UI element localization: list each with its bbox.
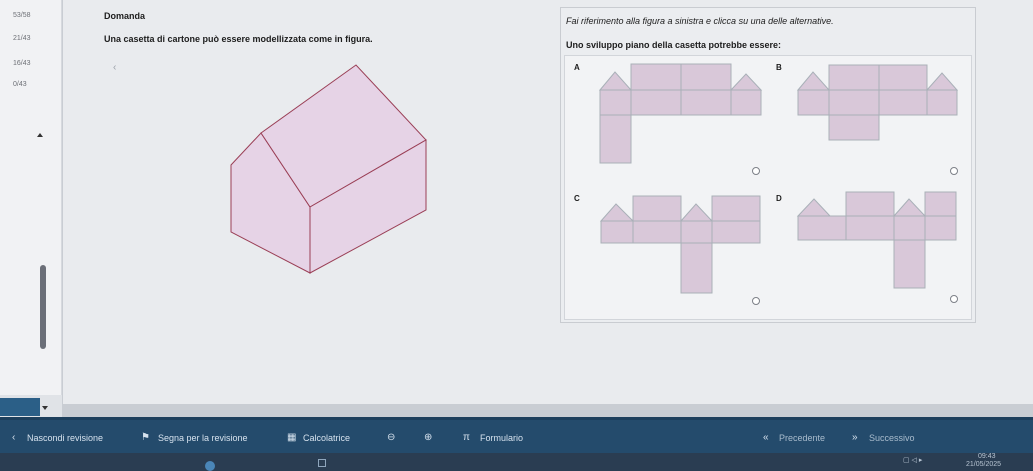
option-d-label: D <box>776 194 782 203</box>
chevron-down-icon[interactable] <box>42 406 48 410</box>
next-button[interactable]: Successivo <box>869 433 915 443</box>
navigation-bar: ‹ Nascondi revisione ⚑ Segna per la revi… <box>0 417 1033 453</box>
option-d-net[interactable] <box>796 190 961 290</box>
progress-sidebar: 53/58 21/43 16/43 0/43 <box>0 0 62 404</box>
option-d-radio[interactable] <box>950 295 958 303</box>
next-icon: » <box>852 432 858 443</box>
app-icon[interactable] <box>205 461 215 471</box>
hide-review-button[interactable]: Nascondi revisione <box>27 433 103 443</box>
clock-time: 09:43 <box>978 453 996 460</box>
option-c-net[interactable] <box>598 193 763 295</box>
option-c-label: C <box>574 194 580 203</box>
progress-count: 16/43 <box>13 60 31 67</box>
option-a-label: A <box>574 63 580 72</box>
os-taskbar: ▢ ◁ ▸ 09:43 21/05/2025 <box>0 453 1033 471</box>
status-strip <box>0 395 62 417</box>
scrollbar[interactable] <box>40 265 46 349</box>
progress-count: 53/58 <box>13 12 31 19</box>
option-b-net[interactable] <box>796 62 961 142</box>
progress-block <box>0 398 40 416</box>
scroll-up-icon[interactable] <box>37 133 43 137</box>
formulary-button[interactable]: Formulario <box>480 433 523 443</box>
zoom-in-icon[interactable]: ⊕ <box>424 432 432 443</box>
collapse-chevron-icon[interactable]: ‹ <box>113 62 116 73</box>
previous-icon: « <box>763 432 769 443</box>
option-c-radio[interactable] <box>752 297 760 305</box>
zoom-out-icon[interactable]: ⊖ <box>387 432 395 443</box>
option-a-radio[interactable] <box>752 167 760 175</box>
mark-review-button[interactable]: Segna per la revisione <box>158 433 248 443</box>
clock-date: 21/05/2025 <box>966 461 1002 468</box>
instruction-text: Fai riferimento alla figura a sinistra e… <box>566 16 834 26</box>
progress-count: 0/43 <box>13 81 27 88</box>
window-icon[interactable] <box>318 459 326 467</box>
calculator-icon: ▦ <box>287 432 297 443</box>
chevron-left-icon: ‹ <box>12 432 16 443</box>
question-text: Una casetta di cartone può essere modell… <box>104 34 373 44</box>
progress-count: 21/43 <box>13 35 31 42</box>
question-label: Domanda <box>104 11 146 21</box>
option-b-radio[interactable] <box>950 167 958 175</box>
calculator-button[interactable]: Calcolatrice <box>303 433 350 443</box>
house-figure <box>230 64 427 274</box>
previous-button[interactable]: Precedente <box>779 433 825 443</box>
tray-icons[interactable]: ▢ ◁ ▸ <box>903 456 922 464</box>
option-a-net[interactable] <box>598 62 763 166</box>
options-subtitle: Uno sviluppo piano della casetta potrebb… <box>566 40 782 50</box>
option-b-label: B <box>776 63 782 72</box>
pi-icon: π <box>463 432 470 443</box>
flag-icon: ⚑ <box>141 432 150 443</box>
